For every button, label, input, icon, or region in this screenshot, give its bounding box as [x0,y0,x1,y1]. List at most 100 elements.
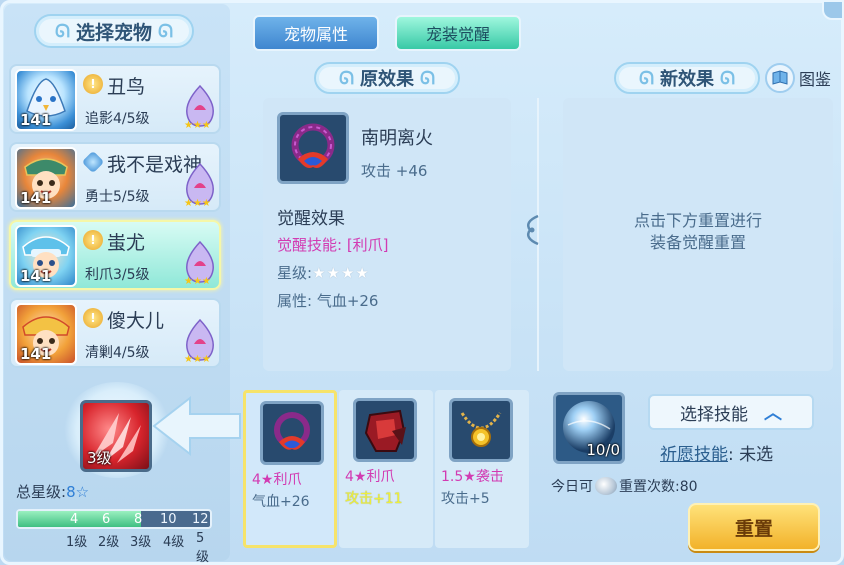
curl-icon-right: ᘏ [158,20,173,42]
equip-option-3[interactable]: 1.5★袭击 攻击+5 [435,390,529,548]
tab-equip-awaken[interactable]: 宠装觉醒 [395,15,521,51]
total-stars: 总星级:8☆ [16,481,89,502]
pet-skill: 清剿4/5级 [85,345,150,361]
egg-rank-icon: ★★★ [184,240,214,286]
book-icon [765,63,795,93]
awaken-attribute: 属性: 气血+26 [277,292,379,310]
option-attribute: 攻击+5 [441,491,490,507]
new-effect-hint-line: 点击下方重置进行 [633,211,762,230]
pet-skill: 利爪3/5级 [85,267,150,283]
sun-necklace-icon [449,398,513,462]
red-armor-icon [353,398,417,462]
pet-avatar: 141 [15,147,77,209]
gold-badge-icon: ! [83,230,103,250]
progress-tick: 12 [192,512,209,527]
equip-name: 南明离火 [361,128,433,149]
gold-badge-icon: ! [83,74,103,94]
total-stars-value: 8☆ [66,483,90,501]
original-effect-title-text: 原效果 [360,69,414,90]
svg-text:★★★: ★★★ [184,276,211,286]
original-effect-panel: 南明离火 攻击 +46 觉醒效果 觉醒技能: [利爪] 星级:★★★★ 属性: … [263,98,511,371]
wish-skill[interactable]: 祈愿技能: 未选 [660,440,773,465]
choose-skill-label: 选择技能 [680,404,748,425]
equip-option-1[interactable]: 4★利爪 气血+26 [243,390,337,548]
fire-bracelet-icon [260,401,324,465]
progress-level-label: 5级 [196,531,210,565]
star-progress-bar: 4 6 8 10 12 [16,509,212,529]
option-attribute: 攻击+11 [345,491,403,507]
curl-icon-left: ᘏ [55,20,70,42]
today-prefix: 今日可 [551,479,593,495]
choose-skill-button[interactable]: 选择技能 ︿ [648,394,814,430]
pet-avatar: 141 [15,303,77,365]
new-effect-hint-line: 装备觉醒重置 [649,233,746,252]
progress-level-label: 3级 [130,535,152,550]
pet-card-3[interactable]: 141 ! 蚩尤 利爪3/5级 ★★★ [9,220,221,290]
pet-card-1[interactable]: 141 ! 丑鸟 追影4/5级 ★★★ [9,64,221,134]
pet-name: 丑鸟 [107,76,146,98]
curl-icon-left: ᘏ [339,67,354,89]
pet-level: 141 [20,111,52,129]
pet-level: 141 [20,189,52,207]
option-skill: 4★利爪 [252,472,302,488]
curl-icon-right: ᘏ [420,67,435,89]
awaken-stars-label: 星级: [277,264,313,282]
orb-count: 10/0 [586,441,620,459]
fire-bracelet-icon [291,123,335,168]
pet-name: 傻大儿 [107,310,165,332]
pet-card-2[interactable]: 141 我不是戏神 勇士5/5级 ★★★ [9,142,221,212]
equip-icon[interactable] [277,112,349,184]
select-pet-title: ᘏ 选择宠物 ᘏ [34,14,194,48]
awaken-stars-value: ★★★★ [312,264,370,282]
awaken-skill: 觉醒技能: [利爪] [277,236,389,254]
blue-badge-icon [81,150,105,174]
curl-icon-left: ᘏ [639,67,654,89]
new-effect-hint: 点击下方重置进行 装备觉醒重置 [563,210,833,254]
egg-rank-icon: ★★★ [184,162,214,208]
wish-orb-icon[interactable]: 10/0 [553,392,625,464]
svg-text:★★★: ★★★ [184,198,211,208]
today-reset-count: 今日可 重置次数:80 [551,476,698,496]
progress-tick: 4 [70,512,79,527]
pet-avatar: 141 [15,225,77,287]
awaken-effect-title: 觉醒效果 [277,209,345,229]
scroll-ornament-icon [520,214,544,246]
equip-attribute: 攻击 +46 [361,162,428,180]
pet-name: 蚩尤 [107,232,146,254]
pet-level: 141 [20,345,52,363]
progress-level-label: 4级 [163,535,185,550]
reset-button[interactable]: 重置 [688,503,820,551]
egg-rank-icon: ★★★ [184,84,214,130]
option-skill: 4★利爪 [345,469,395,485]
claw-skill-icon[interactable]: 3级 [80,400,152,472]
atlas-button[interactable]: 图鉴 [765,62,831,94]
egg-rank-icon: ★★★ [184,318,214,364]
tab-pet-attributes[interactable]: 宠物属性 [253,15,379,51]
pet-skill: 追影4/5级 [85,111,150,127]
option-attribute: 气血+26 [252,494,310,510]
original-effect-title: ᘏ 原效果 ᘏ [314,62,460,94]
new-effect-title-text: 新效果 [660,69,714,90]
progress-level-label: 1级 [66,535,88,550]
equip-option-2[interactable]: 4★利爪 攻击+11 [339,390,433,548]
new-effect-panel: 点击下方重置进行 装备觉醒重置 [563,98,833,371]
svg-text:★★★: ★★★ [184,354,211,364]
pet-card-4[interactable]: 141 ! 傻大儿 清剿4/5级 ★★★ [9,298,221,368]
progress-tick: 8 [134,512,143,527]
wish-skill-label: 祈愿技能 [660,445,728,465]
skill-level: 3级 [87,449,112,467]
gold-badge-icon: ! [83,308,103,328]
total-stars-label: 总星级: [16,483,67,501]
progress-tick: 6 [102,512,111,527]
svg-text:★★★: ★★★ [184,120,211,130]
pet-level: 141 [20,267,52,285]
progress-level-labels: 1级 2级 3级 4级 5级 [16,531,216,565]
chevron-up-icon: ︿ [764,403,782,424]
awaken-stars: 星级:★★★★ [277,262,370,283]
wish-skill-separator: : [728,445,740,465]
star-progress-fill [18,511,141,527]
new-effect-title: ᘏ 新效果 ᘏ [614,62,760,94]
corner-ornament [822,0,844,20]
progress-tick: 10 [160,512,177,527]
arrow-left-icon [152,395,241,457]
